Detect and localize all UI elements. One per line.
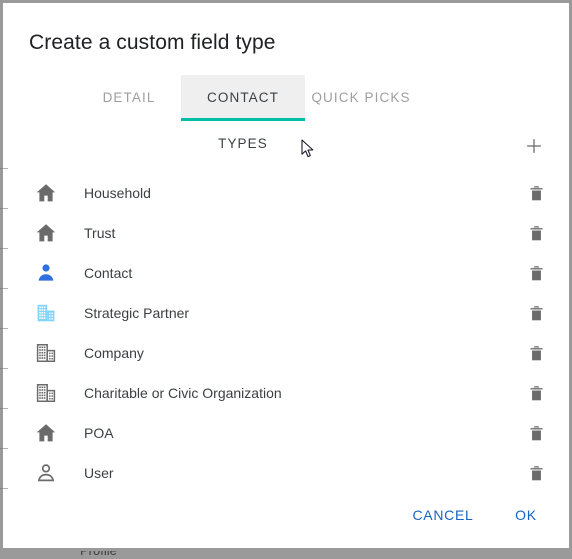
delete-contact-type-button[interactable] — [521, 338, 551, 368]
tab-label: DETAIL — [102, 90, 156, 105]
person-icon — [32, 459, 60, 487]
list-item[interactable]: Strategic Partner — [9, 293, 565, 333]
plus-icon — [527, 139, 541, 153]
delete-contact-type-button[interactable] — [521, 258, 551, 288]
dialog-footer: CANCEL OK — [9, 498, 565, 538]
tab-detail[interactable]: DETAIL — [77, 75, 181, 121]
trash-icon — [529, 305, 543, 320]
delete-contact-type-button[interactable] — [521, 458, 551, 488]
trash-icon — [529, 425, 543, 440]
person-icon — [37, 464, 55, 482]
home-icon — [36, 184, 56, 202]
building-icon — [36, 384, 56, 403]
frame-rail-tick — [0, 488, 8, 489]
delete-contact-type-button[interactable] — [521, 378, 551, 408]
ok-button[interactable]: OK — [505, 498, 547, 532]
frame-rail-tick — [0, 208, 8, 209]
delete-contact-type-button[interactable] — [521, 178, 551, 208]
contact-type-label: POA — [84, 425, 114, 441]
frame-rail-tick — [0, 328, 8, 329]
create-custom-field-type-dialog: Create a custom field type DETAIL CONTACT… — [9, 5, 565, 546]
person-icon — [38, 264, 54, 281]
tab-active-underline — [77, 118, 181, 121]
contact-type-label: Strategic Partner — [84, 305, 190, 321]
tab-bar: DETAIL CONTACT TYPES QUICK PICKS — [9, 75, 565, 151]
delete-contact-type-button[interactable] — [521, 298, 551, 328]
add-row — [9, 129, 565, 169]
trash-icon — [529, 265, 543, 280]
home-icon — [36, 224, 56, 242]
tab-active-underline — [181, 118, 305, 121]
building-icon — [32, 339, 60, 367]
delete-contact-type-button[interactable] — [521, 418, 551, 448]
contact-type-label: User — [84, 465, 114, 481]
list-item[interactable]: Household — [9, 173, 565, 213]
list-item[interactable]: Company — [9, 333, 565, 373]
cancel-button[interactable]: CANCEL — [403, 498, 483, 532]
home-icon — [32, 419, 60, 447]
building-icon — [32, 299, 60, 327]
trash-icon — [529, 345, 543, 360]
frame-rail-tick — [0, 168, 8, 169]
tab-contact-types[interactable]: CONTACT TYPES — [181, 75, 305, 151]
building-icon — [37, 304, 55, 322]
contact-type-label: Trust — [84, 225, 116, 241]
list-item[interactable]: POA — [9, 413, 565, 453]
home-icon — [36, 424, 56, 442]
list-item[interactable]: Contact — [9, 253, 565, 293]
trash-icon — [529, 185, 543, 200]
frame-rail-tick — [0, 248, 8, 249]
tab-quick-picks[interactable]: QUICK PICKS — [305, 75, 417, 121]
list-item[interactable]: Trust — [9, 213, 565, 253]
contact-type-label: Company — [84, 345, 144, 361]
trash-icon — [529, 385, 543, 400]
frame-rail-tick — [0, 368, 8, 369]
list-item[interactable]: Charitable or Civic Organization — [9, 373, 565, 413]
home-icon — [32, 219, 60, 247]
tab-label: QUICK PICKS — [311, 90, 411, 105]
building-icon — [36, 344, 56, 363]
dialog-title: Create a custom field type — [29, 31, 276, 54]
contact-type-label: Charitable or Civic Organization — [84, 385, 282, 401]
person-icon — [32, 259, 60, 287]
building-icon — [32, 379, 60, 407]
trash-icon — [529, 465, 543, 480]
tab-active-underline — [305, 118, 417, 121]
list-item[interactable]: User — [9, 453, 565, 493]
contact-types-list: Household Trust Contact Strategic Partner Co… — [9, 173, 565, 493]
trash-icon — [529, 225, 543, 240]
delete-contact-type-button[interactable] — [521, 218, 551, 248]
frame-rail-tick — [0, 448, 8, 449]
contact-type-label: Contact — [84, 265, 133, 281]
home-icon — [32, 179, 60, 207]
add-contact-type-button[interactable] — [517, 129, 551, 163]
contact-type-label: Household — [84, 185, 151, 201]
frame-rail-tick — [0, 288, 8, 289]
frame-rail-tick — [0, 408, 8, 409]
